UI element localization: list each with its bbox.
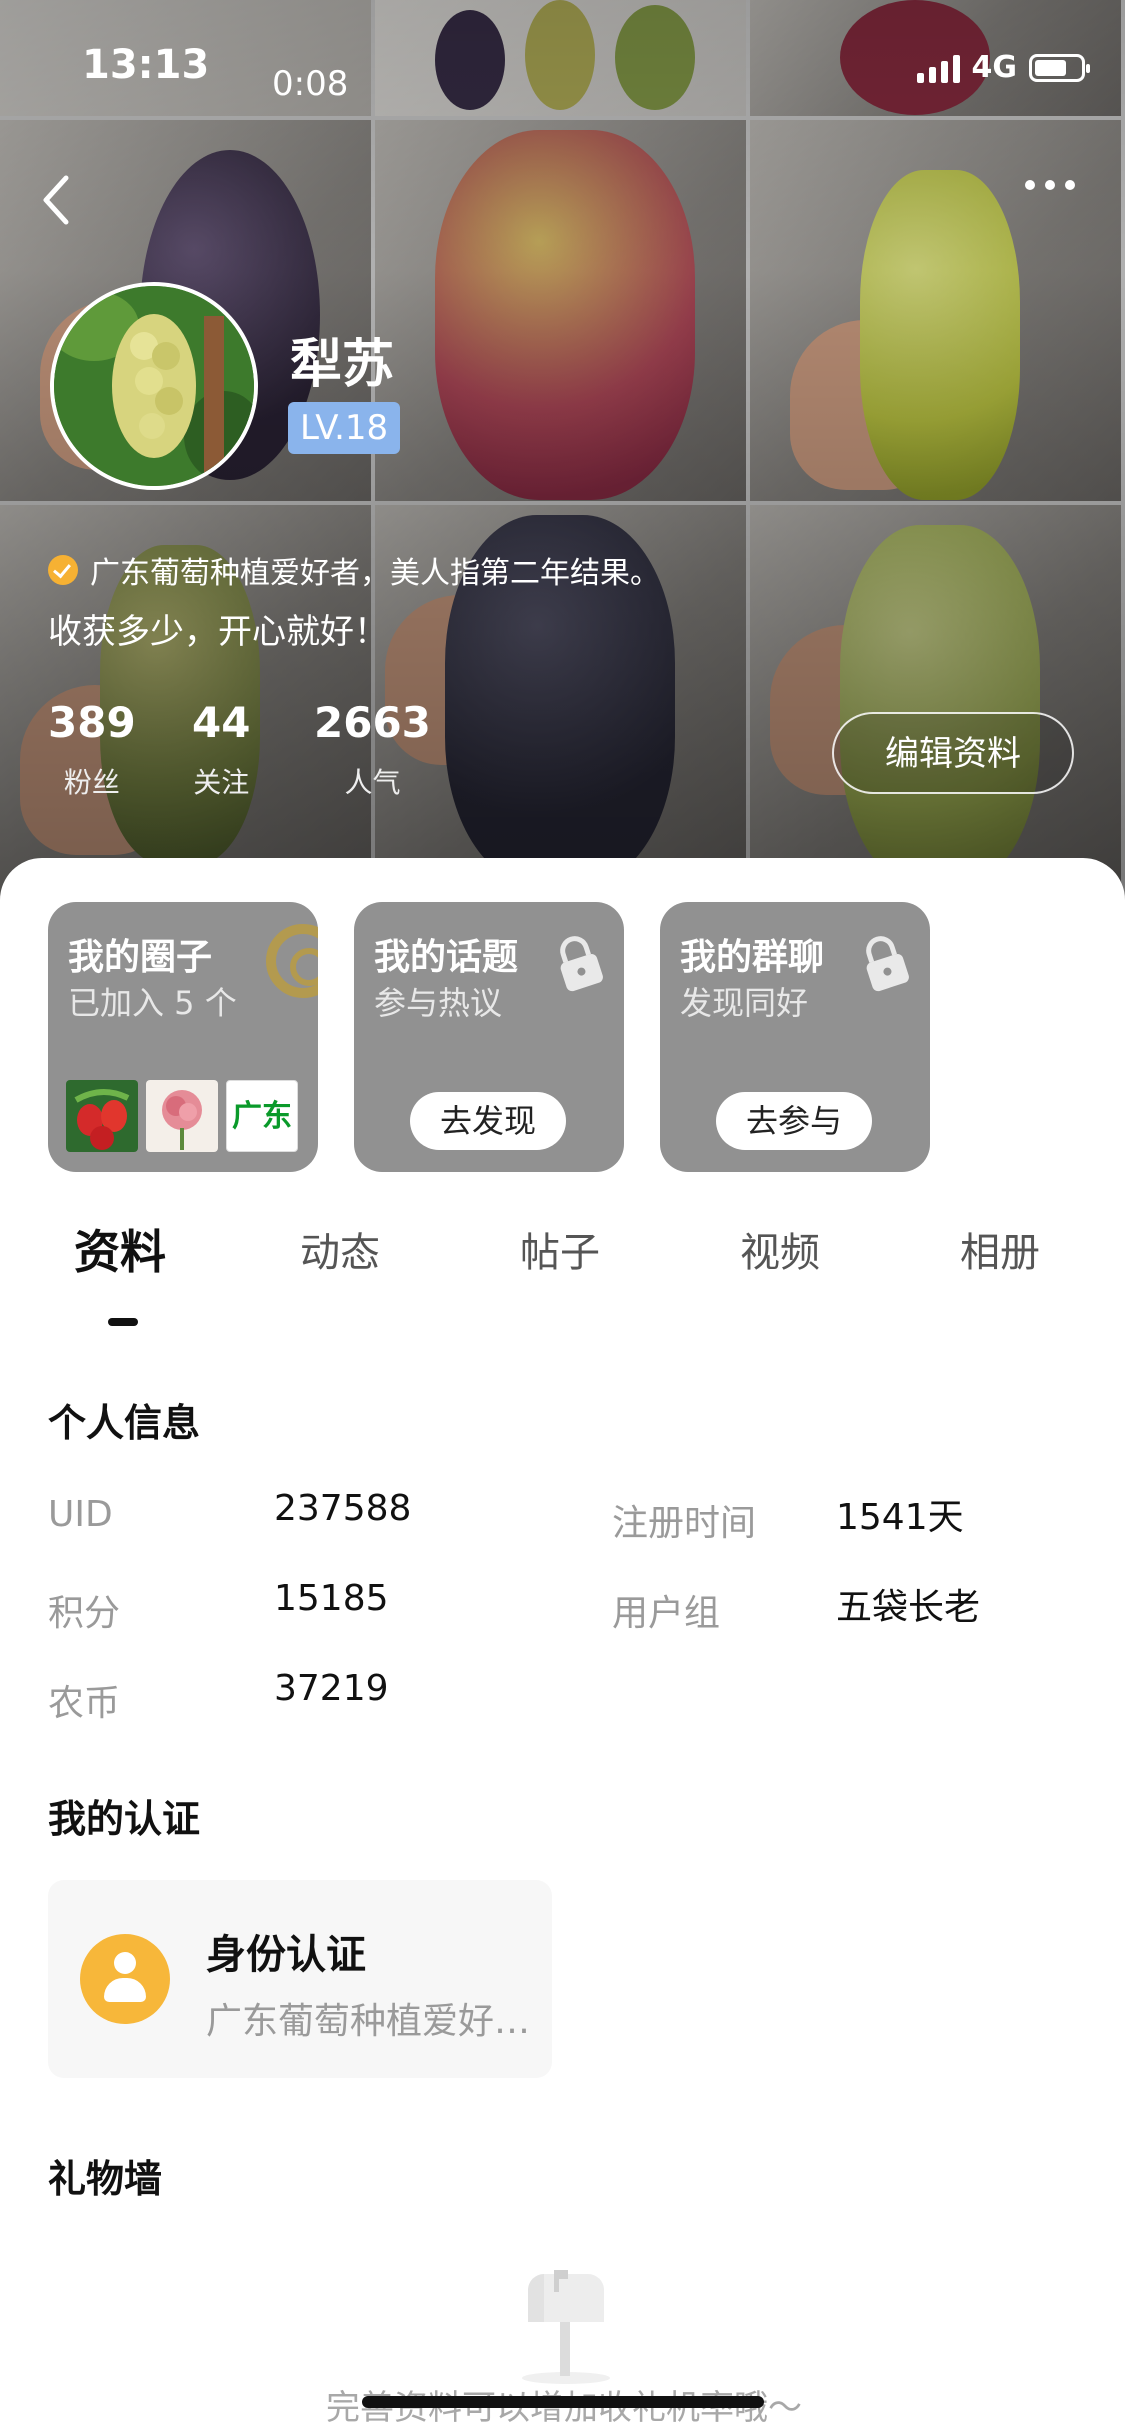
circle-thumbnails: 广东 xyxy=(66,1080,298,1152)
stat-value: 389 xyxy=(48,698,136,747)
mailbox-icon xyxy=(522,2270,610,2384)
uid-label: UID xyxy=(48,1494,113,1535)
stat-following[interactable]: 44 关注 xyxy=(192,698,250,801)
points-value: 15185 xyxy=(274,1578,389,1619)
edit-profile-button[interactable]: 编辑资料 xyxy=(832,712,1074,794)
uid-value: 237588 xyxy=(274,1488,412,1529)
strawberry-thumbnail xyxy=(66,1080,138,1152)
user-group-label: 用户组 xyxy=(612,1593,721,1634)
carnation-thumbnail xyxy=(146,1080,218,1152)
tab-videos[interactable]: 视频 xyxy=(740,1220,820,1278)
bio-line: 广东葡萄种植爱好者，美人指第二年结果。 xyxy=(48,548,660,592)
home-indicator[interactable] xyxy=(362,2396,764,2408)
level-badge: LV.18 xyxy=(288,402,401,454)
status-time: 13:13 xyxy=(82,42,210,88)
points-label: 积分 xyxy=(48,1593,121,1634)
stat-label: 粉丝 xyxy=(63,766,120,799)
register-time-value: 1541天 xyxy=(836,1497,964,1538)
more-dots-icon[interactable] xyxy=(1025,180,1085,204)
card-my-circles[interactable]: 我的圈子 已加入 5 个 广东 xyxy=(48,902,318,1172)
user-icon xyxy=(80,1934,170,2024)
stat-followers[interactable]: 389 粉丝 xyxy=(48,698,136,801)
card-title: 我的话题 xyxy=(374,937,519,978)
card-subtitle: 已加入 5 个 xyxy=(68,984,237,1022)
tab-posts[interactable]: 帖子 xyxy=(520,1220,600,1278)
auth-card-subtitle: 广东葡萄种植爱好者，美人指第二年结果。 xyxy=(206,2001,536,2042)
network-type: 4G xyxy=(971,50,1018,85)
stat-popularity: 2663 人气 xyxy=(314,698,431,801)
card-my-groups[interactable]: 我的群聊 发现同好 去参与 xyxy=(660,902,930,1172)
card-subtitle: 发现同好 xyxy=(680,984,809,1022)
coins-label: 农币 xyxy=(48,1683,121,1724)
lock-icon xyxy=(560,936,603,992)
personal-info-title: 个人信息 xyxy=(48,1401,201,1445)
certification-title: 我的认证 xyxy=(48,1797,201,1841)
identity-certification-card[interactable]: 身份认证 广东葡萄种植爱好者，美人指第二年结果。 xyxy=(48,1880,552,2078)
bio-motto: 收获多少，开心就好！ xyxy=(48,612,388,652)
circle-logo-icon xyxy=(266,924,318,998)
stat-value: 44 xyxy=(192,698,251,747)
tab-profile-info[interactable]: 资料 xyxy=(74,1216,166,1282)
status-indicators: 4G xyxy=(916,50,1090,85)
coins-value: 37219 xyxy=(274,1668,389,1709)
gift-wall-title: 礼物墙 xyxy=(48,2157,163,2201)
auth-card-title: 身份认证 xyxy=(206,1932,366,1978)
card-title: 我的群聊 xyxy=(680,937,825,978)
profile-tabs: 资料 动态 帖子 视频 相册 xyxy=(0,1220,1125,1300)
battery-icon xyxy=(1029,53,1090,82)
stat-label: 关注 xyxy=(193,766,250,799)
recording-duration: 0:08 xyxy=(272,64,349,104)
avatar[interactable] xyxy=(50,282,258,490)
tab-activity[interactable]: 动态 xyxy=(300,1220,380,1278)
username: 犁苏 xyxy=(290,335,395,395)
card-subtitle: 参与热议 xyxy=(374,984,503,1022)
card-title: 我的圈子 xyxy=(68,937,213,978)
register-time-label: 注册时间 xyxy=(612,1503,757,1544)
active-tab-indicator xyxy=(108,1318,138,1326)
signal-icon xyxy=(916,53,960,83)
discover-button[interactable]: 去发现 xyxy=(410,1092,566,1150)
card-my-topics[interactable]: 我的话题 参与热议 去发现 xyxy=(354,902,624,1172)
user-group-value: 五袋长老 xyxy=(836,1587,981,1628)
profile-header-background: 13:13 0:08 4G 犁苏 LV.18 广东葡萄种植爱好者，美人指第二年结… xyxy=(0,0,1125,900)
bio-text: 广东葡萄种植爱好者，美人指第二年结果。 xyxy=(90,556,660,591)
lock-icon xyxy=(866,936,909,992)
chevron-left-icon[interactable] xyxy=(36,170,86,230)
join-button[interactable]: 去参与 xyxy=(716,1092,872,1150)
stat-value: 2663 xyxy=(314,698,431,747)
guangdong-thumbnail: 广东 xyxy=(226,1080,298,1152)
stat-label: 人气 xyxy=(344,766,401,799)
tab-albums[interactable]: 相册 xyxy=(960,1220,1040,1278)
profile-content-sheet: 我的圈子 已加入 5 个 广东 我的话题 参与热议 去发现 我的群聊 发现同好 … xyxy=(0,858,1125,2436)
verified-icon xyxy=(48,555,78,585)
